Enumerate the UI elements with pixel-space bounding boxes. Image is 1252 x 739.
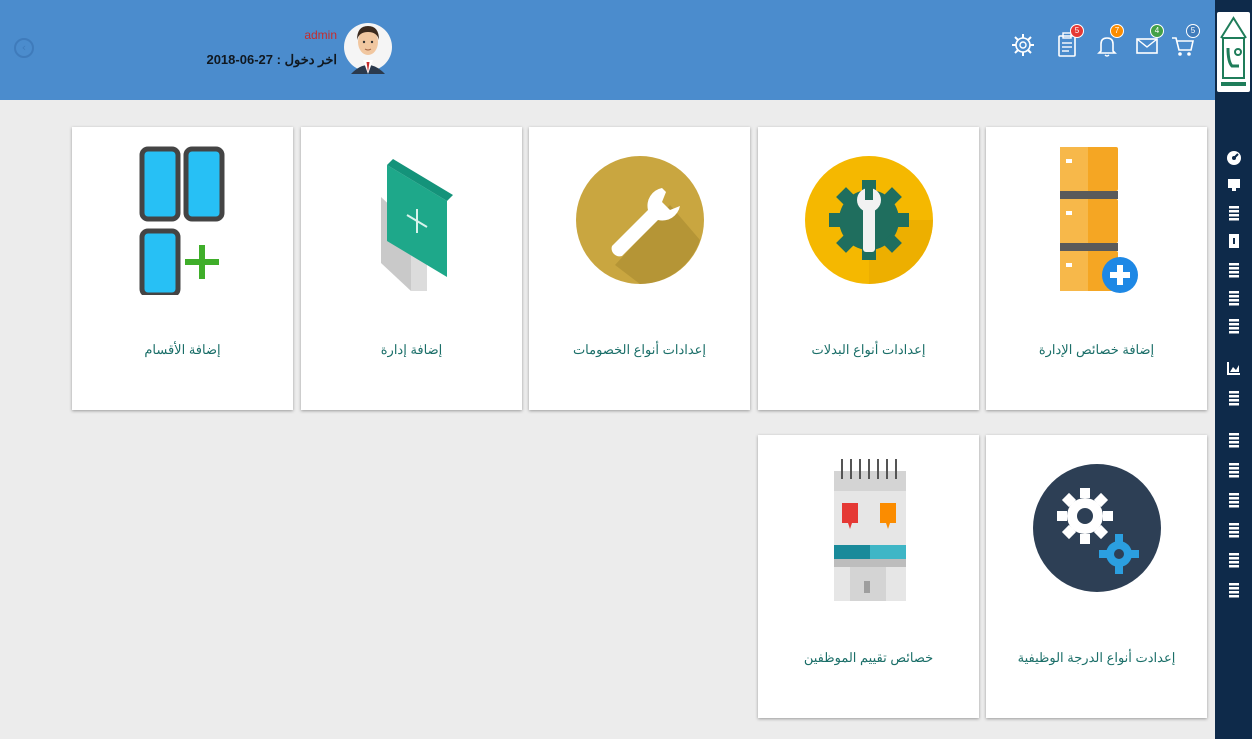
back-circle-icon[interactable]: ‹ [14,38,34,58]
card-label: إعدادات أنواع الخصومات [572,342,707,357]
list-icon[interactable] [1226,462,1242,478]
logo[interactable] [1217,12,1250,92]
dashboard-gauge-icon[interactable] [1226,150,1242,166]
clipboard-icon[interactable]: 5 [1052,24,1084,60]
cart-icon[interactable]: 5 [1168,24,1200,60]
card-add-department-properties[interactable]: إضافة خصائص الإدارة [986,127,1207,410]
list-icon[interactable] [1226,552,1242,568]
card-label: إضافة إدارة [380,342,443,357]
list-icon[interactable] [1226,522,1242,538]
chart-icon[interactable] [1226,360,1242,376]
wrench-icon [575,156,704,284]
list-icon[interactable] [1226,492,1242,508]
card-deduction-types[interactable]: إعدادات أنواع الخصومات [529,127,750,410]
user-info: admin اخر دخول : 27-06-2018 [206,16,395,86]
bell-icon[interactable]: 7 [1092,24,1124,60]
list-icon[interactable] [1226,205,1242,221]
mail-badge: 4 [1150,24,1164,38]
list-icon[interactable] [1226,318,1242,334]
card-add-department[interactable]: إضافة إدارة [301,127,522,410]
gear-wrench-icon [804,156,933,284]
user-name[interactable]: admin [304,28,337,42]
gears-icon [1032,464,1161,592]
mail-icon[interactable]: 4 [1132,24,1164,60]
avatar[interactable] [343,16,393,78]
card-label: إضافة الأقسام [144,342,221,357]
header-icons: 5 7 4 5 [1000,20,1200,70]
list-icon[interactable] [1226,390,1242,406]
clipboard-badge: 5 [1070,24,1084,38]
list-icon[interactable] [1226,262,1242,278]
server-add-icon [1059,147,1138,293]
card-add-sections[interactable]: إضافة الأقسام [72,127,293,410]
card-job-grade-types[interactable]: إعدادت أنواع الدرجة الوظيفية [986,435,1207,718]
card-allowance-types[interactable]: إعدادات أنواع البدلات [758,127,979,410]
list-icon[interactable] [1226,432,1242,448]
card-label: إعدادات أنواع البدلات [811,342,926,357]
logo-icon [1220,16,1247,86]
card-label: إضافة خصائص الإدارة [1038,342,1155,357]
add-tile-icon [380,159,453,291]
grid-add-icon [139,146,224,295]
phone-icon[interactable] [1226,233,1242,249]
settings-gear-icon[interactable] [1008,30,1038,60]
monitor-icon[interactable] [1226,177,1242,193]
list-icon[interactable] [1226,290,1242,306]
cart-badge: 5 [1186,24,1200,38]
card-label: خصائص تقييم الموظفين [803,650,934,665]
bell-badge: 7 [1110,24,1124,38]
list-icon[interactable] [1226,582,1242,598]
last-login-text: اخر دخول : 27-06-2018 [206,52,337,67]
card-label: إعدادت أنواع الدرجة الوظيفية [1017,650,1176,665]
notebook-icon [833,459,906,601]
card-employee-evaluation[interactable]: خصائص تقييم الموظفين [758,435,979,718]
top-header-bar: ‹ admin اخر دخول : 27-06-2018 5 7 4 5 [0,0,1215,100]
